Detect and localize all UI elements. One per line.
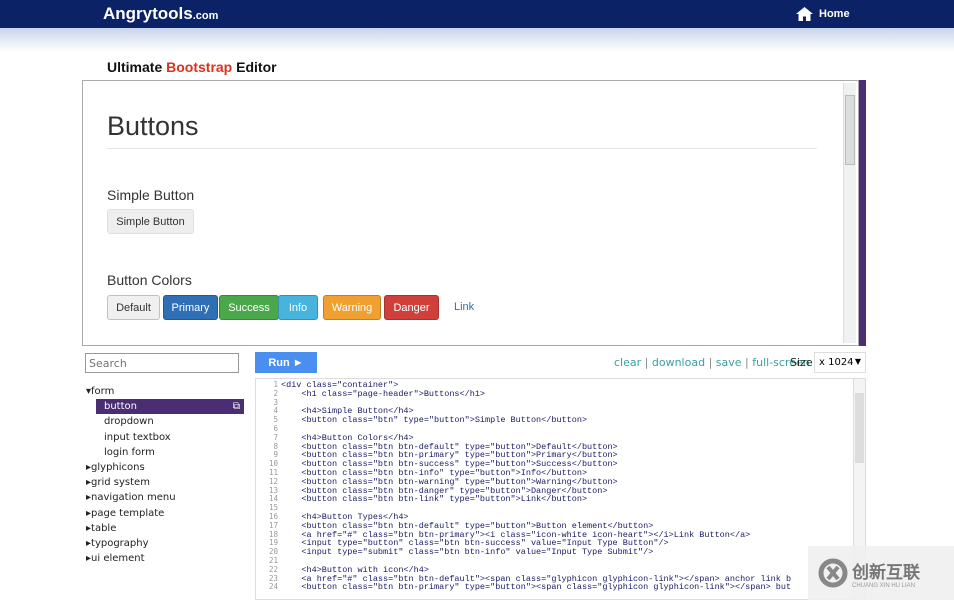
tree-node-ui-element[interactable]: ▸ui element	[86, 551, 244, 566]
tree-node-label: table	[91, 522, 117, 534]
button-warning[interactable]: Warning	[323, 295, 381, 320]
site-logo[interactable]: Angrytools.com	[103, 4, 218, 24]
tree-leaf-input-textbox[interactable]: input textbox	[86, 430, 244, 445]
code-content[interactable]: <div class="container"> <h1 class="page-…	[281, 381, 852, 592]
button-colors-heading: Button Colors	[107, 272, 192, 288]
component-tree: ▾form button ⧉ dropdown input textbox login f…	[86, 384, 244, 566]
toolbar-links: clear | download | save | full-screen	[614, 356, 810, 369]
line-number: 24	[268, 582, 278, 592]
home-icon	[796, 7, 813, 21]
size-label: Size	[790, 356, 813, 369]
tree-leaf-label: dropdown	[104, 416, 154, 428]
run-button[interactable]: Run ►	[255, 352, 317, 373]
home-link[interactable]: Home	[796, 7, 850, 21]
button-primary[interactable]: Primary	[163, 295, 218, 320]
tree-node-label: ui element	[91, 553, 145, 565]
watermark: 创新互联 CHUANG XIN HU LIAN	[808, 546, 954, 600]
open-window-icon[interactable]: ⧉	[233, 399, 240, 414]
code-line: <button class="btn btn-primary" type="bu…	[281, 582, 792, 593]
title-part: Editor	[232, 59, 277, 75]
header-shadow	[0, 28, 954, 52]
watermark-text: 创新互联	[852, 562, 920, 582]
tree-leaf-login-form[interactable]: login form	[86, 445, 244, 460]
preview-pane: Buttons Simple Button Simple Button Butt…	[82, 80, 859, 346]
search-input[interactable]	[85, 353, 239, 373]
clear-link[interactable]: clear	[614, 356, 641, 369]
tree-node-label: page template	[91, 507, 165, 519]
tree-node-label: navigation menu	[91, 492, 176, 504]
code-line: <button class="btn" type="button">Simple…	[281, 415, 588, 426]
watermark-subtext: CHUANG XIN HU LIAN	[852, 582, 916, 589]
tree-leaf-button[interactable]: button ⧉	[96, 399, 244, 415]
preview-heading: Buttons	[107, 111, 199, 141]
tree-leaf-label: button	[104, 401, 137, 413]
button-default[interactable]: Default	[107, 295, 160, 320]
tree-node-navigation-menu[interactable]: ▸navigation menu	[86, 490, 244, 505]
tree-node-typography[interactable]: ▸typography	[86, 536, 244, 551]
save-link[interactable]: save	[716, 356, 742, 369]
tree-node-label: form	[91, 386, 115, 397]
logo-suffix: .com	[192, 10, 219, 22]
tree-node-label: glyphicons	[91, 461, 145, 473]
tree-node-table[interactable]: ▸table	[86, 521, 244, 536]
preview-scrollbar[interactable]	[843, 83, 856, 343]
chevron-down-icon: ▼	[854, 357, 861, 366]
home-label: Home	[819, 8, 850, 20]
code-line: <h1 class="page-header">Buttons</h1>	[281, 388, 486, 399]
tree-node-label: typography	[91, 537, 149, 549]
link-button[interactable]: Link	[454, 301, 474, 313]
page-title: Ultimate Bootstrap Editor	[107, 59, 277, 75]
button-success[interactable]: Success	[219, 295, 279, 320]
tree-node-label: grid system	[91, 477, 150, 489]
top-nav-bar: Angrytools.com Home	[0, 0, 954, 28]
simple-button[interactable]: Simple Button	[107, 209, 194, 234]
watermark-logo-icon	[818, 558, 848, 588]
code-editor[interactable]: 1 2 3 4 5 6 7 8 9 10 11 12 13 14 15 16 17 18 19 20 21 22 23 24 …	[255, 378, 866, 600]
tree-leaf-label: input textbox	[104, 431, 171, 443]
tree-leaf-dropdown[interactable]: dropdown	[86, 414, 244, 429]
tree-leaf-label: login form	[104, 446, 155, 458]
code-line: <input type="submit" class="btn btn-info…	[281, 547, 654, 558]
logo-text: Angrytools	[103, 4, 193, 23]
size-select[interactable]: x 1024 ▼	[814, 352, 866, 373]
simple-button-heading: Simple Button	[107, 187, 195, 203]
button-info[interactable]: Info	[278, 295, 318, 320]
code-line: <button class="btn btn-link" type="butto…	[281, 494, 588, 505]
size-value: x 1024	[819, 357, 854, 368]
download-link[interactable]: download	[652, 356, 705, 369]
title-part: Ultimate	[107, 59, 167, 75]
resize-handle[interactable]	[859, 80, 866, 346]
tree-node-glyphicons[interactable]: ▸glyphicons	[86, 460, 244, 475]
divider	[107, 148, 817, 149]
title-highlight: Bootstrap	[166, 59, 233, 75]
line-numbers: 1 2 3 4 5 6 7 8 9 10 11 12 13 14 15 16 17 18 19 20 21 22 23 24	[256, 380, 278, 592]
button-danger[interactable]: Danger	[384, 295, 439, 320]
tree-node-page-template[interactable]: ▸page template	[86, 506, 244, 521]
tree-node-grid-system[interactable]: ▸grid system	[86, 475, 244, 490]
tree-node-form[interactable]: ▾form	[86, 384, 244, 399]
